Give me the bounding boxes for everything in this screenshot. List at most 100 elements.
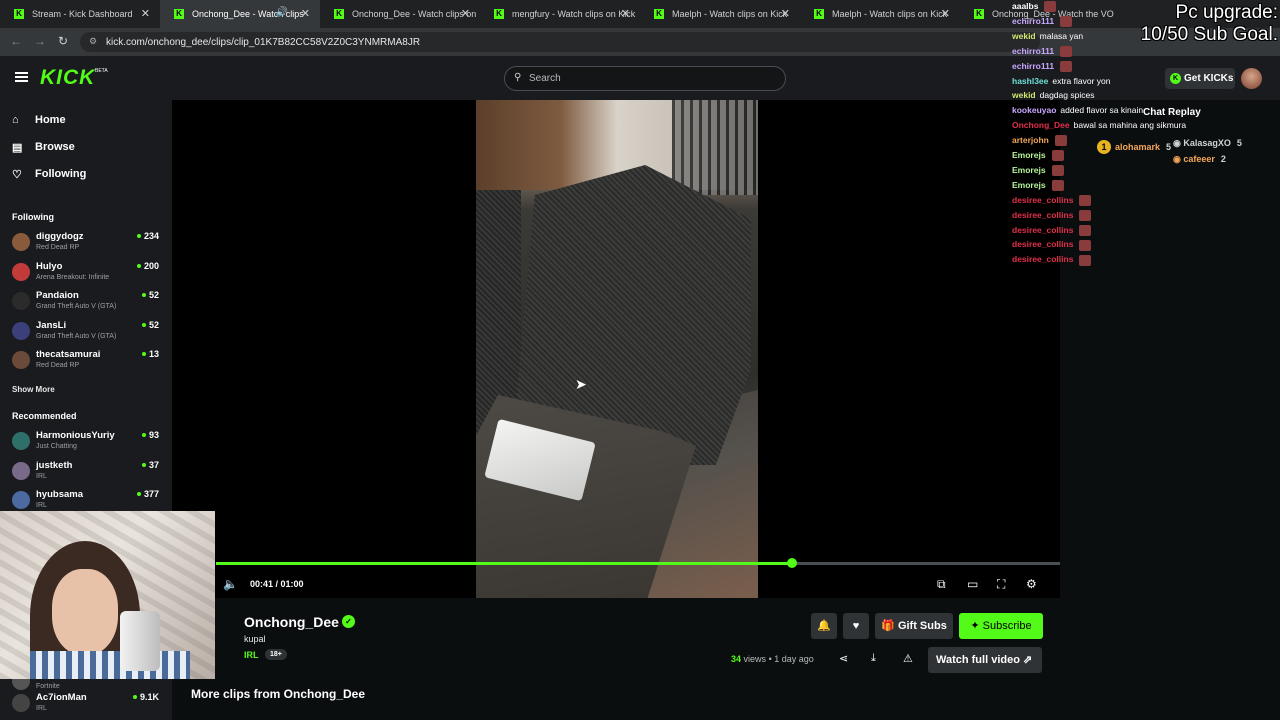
home-icon: ⌂	[12, 114, 19, 126]
share-icon[interactable]: ⋖	[839, 652, 848, 665]
channel-category: Fortnite	[36, 683, 60, 690]
browser-tab-active[interactable]: K Onchong_Dee - Watch clips 🔊 ✕	[160, 0, 320, 28]
chat-emote-icon	[1060, 60, 1073, 72]
chat-emote-icon	[1051, 180, 1064, 192]
url-field[interactable]: ⚙ kick.com/onchong_dee/clips/clip_01K7B8…	[80, 32, 1040, 52]
reload-icon[interactable]: ↻	[58, 34, 68, 48]
view-count: 34 views • 1 day ago	[731, 654, 814, 664]
viewer-count: 52	[141, 290, 159, 300]
channel-name: hyubsama	[36, 489, 83, 500]
recommended-channel[interactable]: justketh IRL 37	[12, 460, 162, 488]
settings-icon[interactable]: ⚙	[1026, 577, 1037, 591]
crown-icon: ◉	[1173, 138, 1184, 148]
channel-avatar	[12, 321, 30, 340]
browser-tab[interactable]: K Stream - Kick Dashboard ✕	[0, 0, 160, 28]
back-icon[interactable]: ←	[10, 34, 22, 48]
chat-username: desiree_collins	[1012, 239, 1074, 250]
close-tab-icon[interactable]: ✕	[621, 7, 630, 20]
site-info-icon[interactable]: ⚙	[89, 36, 97, 47]
search-input[interactable]: ⚲ Search	[504, 66, 786, 91]
kick-favicon-icon: K	[494, 9, 504, 19]
crown-icon: ◉	[1173, 154, 1184, 164]
sidebar-lower-channel[interactable]: Ac7ionMan IRL 9.1K	[12, 692, 162, 720]
menu-icon[interactable]	[15, 72, 28, 82]
channel-avatar	[12, 461, 30, 480]
viewer-count: 37	[141, 460, 159, 470]
goal-line-1: Pc upgrade:	[1175, 2, 1278, 23]
search-icon: ⚲	[514, 72, 522, 83]
channel-name: justketh	[36, 459, 73, 471]
chat-text: bawal sa mahina ang sikmura	[1073, 120, 1187, 131]
browse-icon: ▤	[12, 142, 23, 154]
show-more-button[interactable]: Show More	[12, 385, 55, 394]
notification-bell-button[interactable]: 🔔	[811, 613, 837, 639]
views-number: 34	[731, 654, 742, 664]
kick-logo[interactable]: KICK	[40, 66, 95, 90]
nav-label: Following	[35, 168, 87, 180]
chat-message: Onchong_Dee bawal sa mahina ang sikmura	[1012, 120, 1186, 130]
sidebar-item-home[interactable]: ⌂ Home	[12, 114, 66, 126]
following-channel[interactable]: Hulyo Arena Breakout: Infinite 200	[12, 261, 162, 289]
kick-favicon-icon: K	[334, 9, 344, 19]
channel-name: thecatsamurai	[36, 349, 101, 360]
streamer-name[interactable]: Onchong_Dee	[244, 614, 339, 630]
chat-username: echirro111	[1012, 60, 1055, 71]
chat-emote-icon	[1079, 194, 1092, 206]
speaker-icon[interactable]: 🔊	[276, 7, 288, 18]
chat-username: desiree_collins	[1012, 254, 1074, 265]
following-channel[interactable]: diggydogz Red Dead RP 234	[12, 231, 162, 259]
chat-emote-icon	[1051, 165, 1064, 177]
viewer-count: 93	[141, 430, 159, 440]
close-tab-icon[interactable]: ✕	[141, 7, 150, 20]
nav-label: Browse	[35, 141, 75, 153]
browser-tab[interactable]: K Maelph - Watch clips on Kick ✕	[800, 0, 960, 28]
channel-name: Pandaion	[36, 290, 79, 301]
close-tab-icon[interactable]: ✕	[781, 7, 790, 20]
video-progress-bar[interactable]	[216, 558, 1060, 568]
chat-username: kookeuyao	[1012, 105, 1057, 116]
more-clips-heading: More clips from Onchong_Dee	[191, 687, 366, 701]
recommended-channel[interactable]: HarmoniousYuriy Just Chatting 93	[12, 430, 162, 458]
chat-message: desiree_collins	[1012, 210, 1092, 221]
chat-message: Emorejs	[1012, 150, 1064, 162]
following-channel[interactable]: JansLi Grand Theft Auto V (GTA) 52	[12, 320, 162, 348]
close-tab-icon[interactable]: ✕	[461, 7, 470, 20]
category-tag[interactable]: IRL	[244, 650, 259, 660]
pip-icon[interactable]: ⧉	[937, 577, 946, 592]
channel-avatar	[12, 491, 30, 509]
close-tab-icon[interactable]: ✕	[301, 7, 310, 20]
volume-icon[interactable]: 🔈	[223, 577, 238, 591]
watch-full-video-button[interactable]: Watch full video ⇗	[928, 647, 1042, 673]
browser-tab[interactable]: K Onchong_Dee - Watch clips on ✕	[320, 0, 480, 28]
chat-username: arterjohn	[1012, 135, 1049, 146]
channel-category: IRL	[36, 502, 47, 509]
browser-tab[interactable]: K Maelph - Watch clips on Kick ✕	[640, 0, 800, 28]
chat-username: hashl3ee	[1012, 75, 1049, 86]
follow-button[interactable]: ♥	[843, 613, 869, 639]
heart-icon: ♥	[852, 620, 860, 632]
channel-category: Arena Breakout: Infinite	[36, 273, 110, 281]
kick-favicon-icon: K	[814, 9, 824, 19]
sidebar-item-browse[interactable]: ▤ Browse	[12, 141, 75, 154]
chat-username: Emorejs	[1012, 150, 1046, 160]
subscribe-button[interactable]: ✦ Subscribe	[959, 613, 1043, 639]
chat-username: echirro111	[1012, 45, 1055, 56]
channel-name: HarmoniousYuriy	[36, 430, 115, 441]
video-player[interactable]	[172, 100, 1060, 598]
chat-emote-icon	[1079, 254, 1092, 266]
download-icon[interactable]: ⤓	[871, 652, 876, 665]
chat-message: desiree_collins	[1012, 254, 1092, 266]
following-channel[interactable]: Pandaion Grand Theft Auto V (GTA) 52	[12, 290, 162, 318]
tab-title: mengfury - Watch clips on Kick	[512, 9, 636, 19]
report-icon[interactable]: ⚠	[903, 652, 913, 665]
forward-icon[interactable]: →	[34, 34, 46, 48]
chat-message: wekid malasa yan	[1012, 31, 1083, 41]
chat-message: desiree_collins	[1012, 225, 1092, 236]
close-tab-icon[interactable]: ✕	[941, 7, 950, 20]
gift-subs-button[interactable]: 🎁 Gift Subs	[875, 613, 953, 639]
theater-mode-icon[interactable]: ▭	[967, 577, 978, 591]
following-channel[interactable]: thecatsamurai Red Dead RP 13	[12, 349, 162, 377]
browser-tab[interactable]: Kmengfury - Watch clips on Kick ✕	[480, 0, 640, 28]
fullscreen-icon[interactable]: ⛶	[997, 577, 1005, 592]
sidebar-item-following[interactable]: ♡ Following	[12, 168, 87, 181]
